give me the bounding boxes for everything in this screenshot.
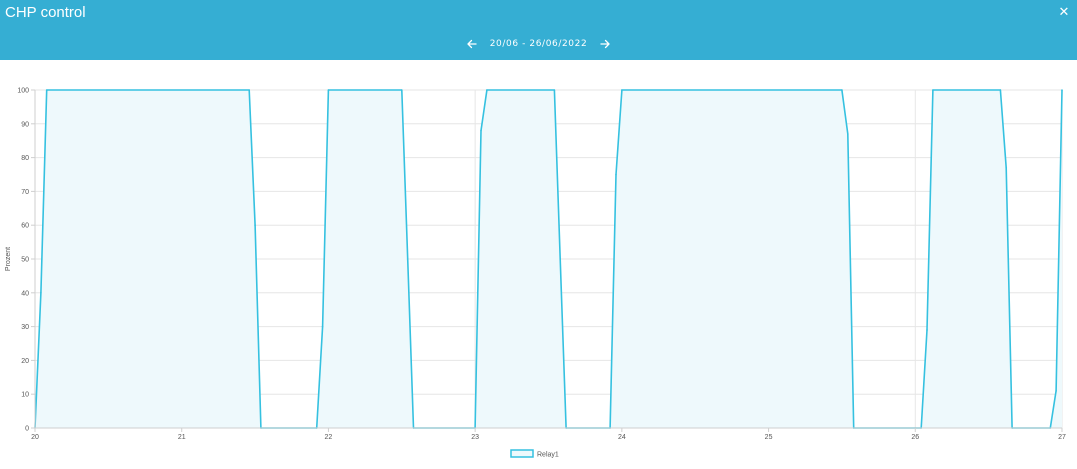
data-point	[248, 89, 251, 91]
data-point	[321, 325, 324, 328]
data-point	[327, 89, 330, 91]
y-tick-label: 90	[21, 121, 29, 128]
date-range-label: 20/06 - 26/06/2022	[489, 39, 588, 49]
y-tick-label: 30	[21, 324, 29, 331]
data-point	[486, 89, 488, 91]
y-axis-label: Prozent	[5, 247, 12, 271]
legend[interactable]: Relay1	[510, 449, 559, 459]
x-tick-label: 24	[618, 434, 626, 441]
y-tick-label: 0	[25, 426, 29, 433]
data-point	[621, 89, 623, 91]
y-tick-label: 60	[21, 223, 29, 230]
y-tick-label: 10	[21, 392, 29, 399]
data-point	[254, 224, 256, 226]
data-point	[400, 89, 403, 91]
y-tick-label: 100	[17, 88, 29, 95]
x-tick-label: 23	[471, 434, 479, 441]
data-point	[45, 89, 48, 91]
x-tick-label: 25	[765, 434, 773, 441]
x-tick-label: 27	[1058, 434, 1066, 441]
window-header: CHP control ✕ 20/06 - 26/06/2022	[0, 0, 1077, 60]
y-tick-label: 50	[21, 257, 29, 264]
legend-swatch	[510, 449, 534, 458]
y-tick-label: 20	[21, 358, 29, 365]
data-point	[553, 89, 556, 91]
y-tick-label: 80	[21, 155, 29, 162]
data-point	[406, 258, 409, 260]
y-tick-label: 70	[21, 189, 29, 196]
arrow-right-icon[interactable]	[597, 36, 613, 52]
x-tick-label: 20	[31, 434, 39, 441]
window-title: CHP control	[5, 4, 86, 21]
data-point	[1005, 166, 1008, 169]
x-tick-label: 26	[911, 434, 919, 441]
legend-label[interactable]: Relay1	[537, 452, 559, 459]
data-point	[559, 258, 562, 260]
data-point	[480, 129, 482, 132]
data-point	[1061, 89, 1063, 91]
data-point	[841, 89, 843, 91]
y-tick-label: 40	[21, 290, 29, 297]
chart-container: 0 10 20 30 40 50 60 70 80 90 100 20 21 22 23 24 25 26 27 Pr…	[0, 60, 1077, 464]
relay-chart: 0 10 20 30 40 50 60 70 80 90 100 20 21 22 23 24 25 26 27 Pr…	[5, 88, 1066, 459]
arrow-left-icon[interactable]	[464, 36, 480, 52]
data-point	[615, 173, 617, 176]
data-point	[40, 292, 42, 294]
close-icon[interactable]: ✕	[1058, 4, 1070, 20]
data-point	[926, 329, 928, 331]
data-point	[932, 89, 934, 91]
data-point	[846, 133, 849, 135]
data-point	[999, 89, 1002, 91]
x-tick-label: 22	[325, 434, 333, 441]
date-navigator: 20/06 - 26/06/2022	[0, 36, 1077, 52]
x-tick-label: 21	[178, 434, 186, 441]
data-point	[1055, 390, 1057, 392]
